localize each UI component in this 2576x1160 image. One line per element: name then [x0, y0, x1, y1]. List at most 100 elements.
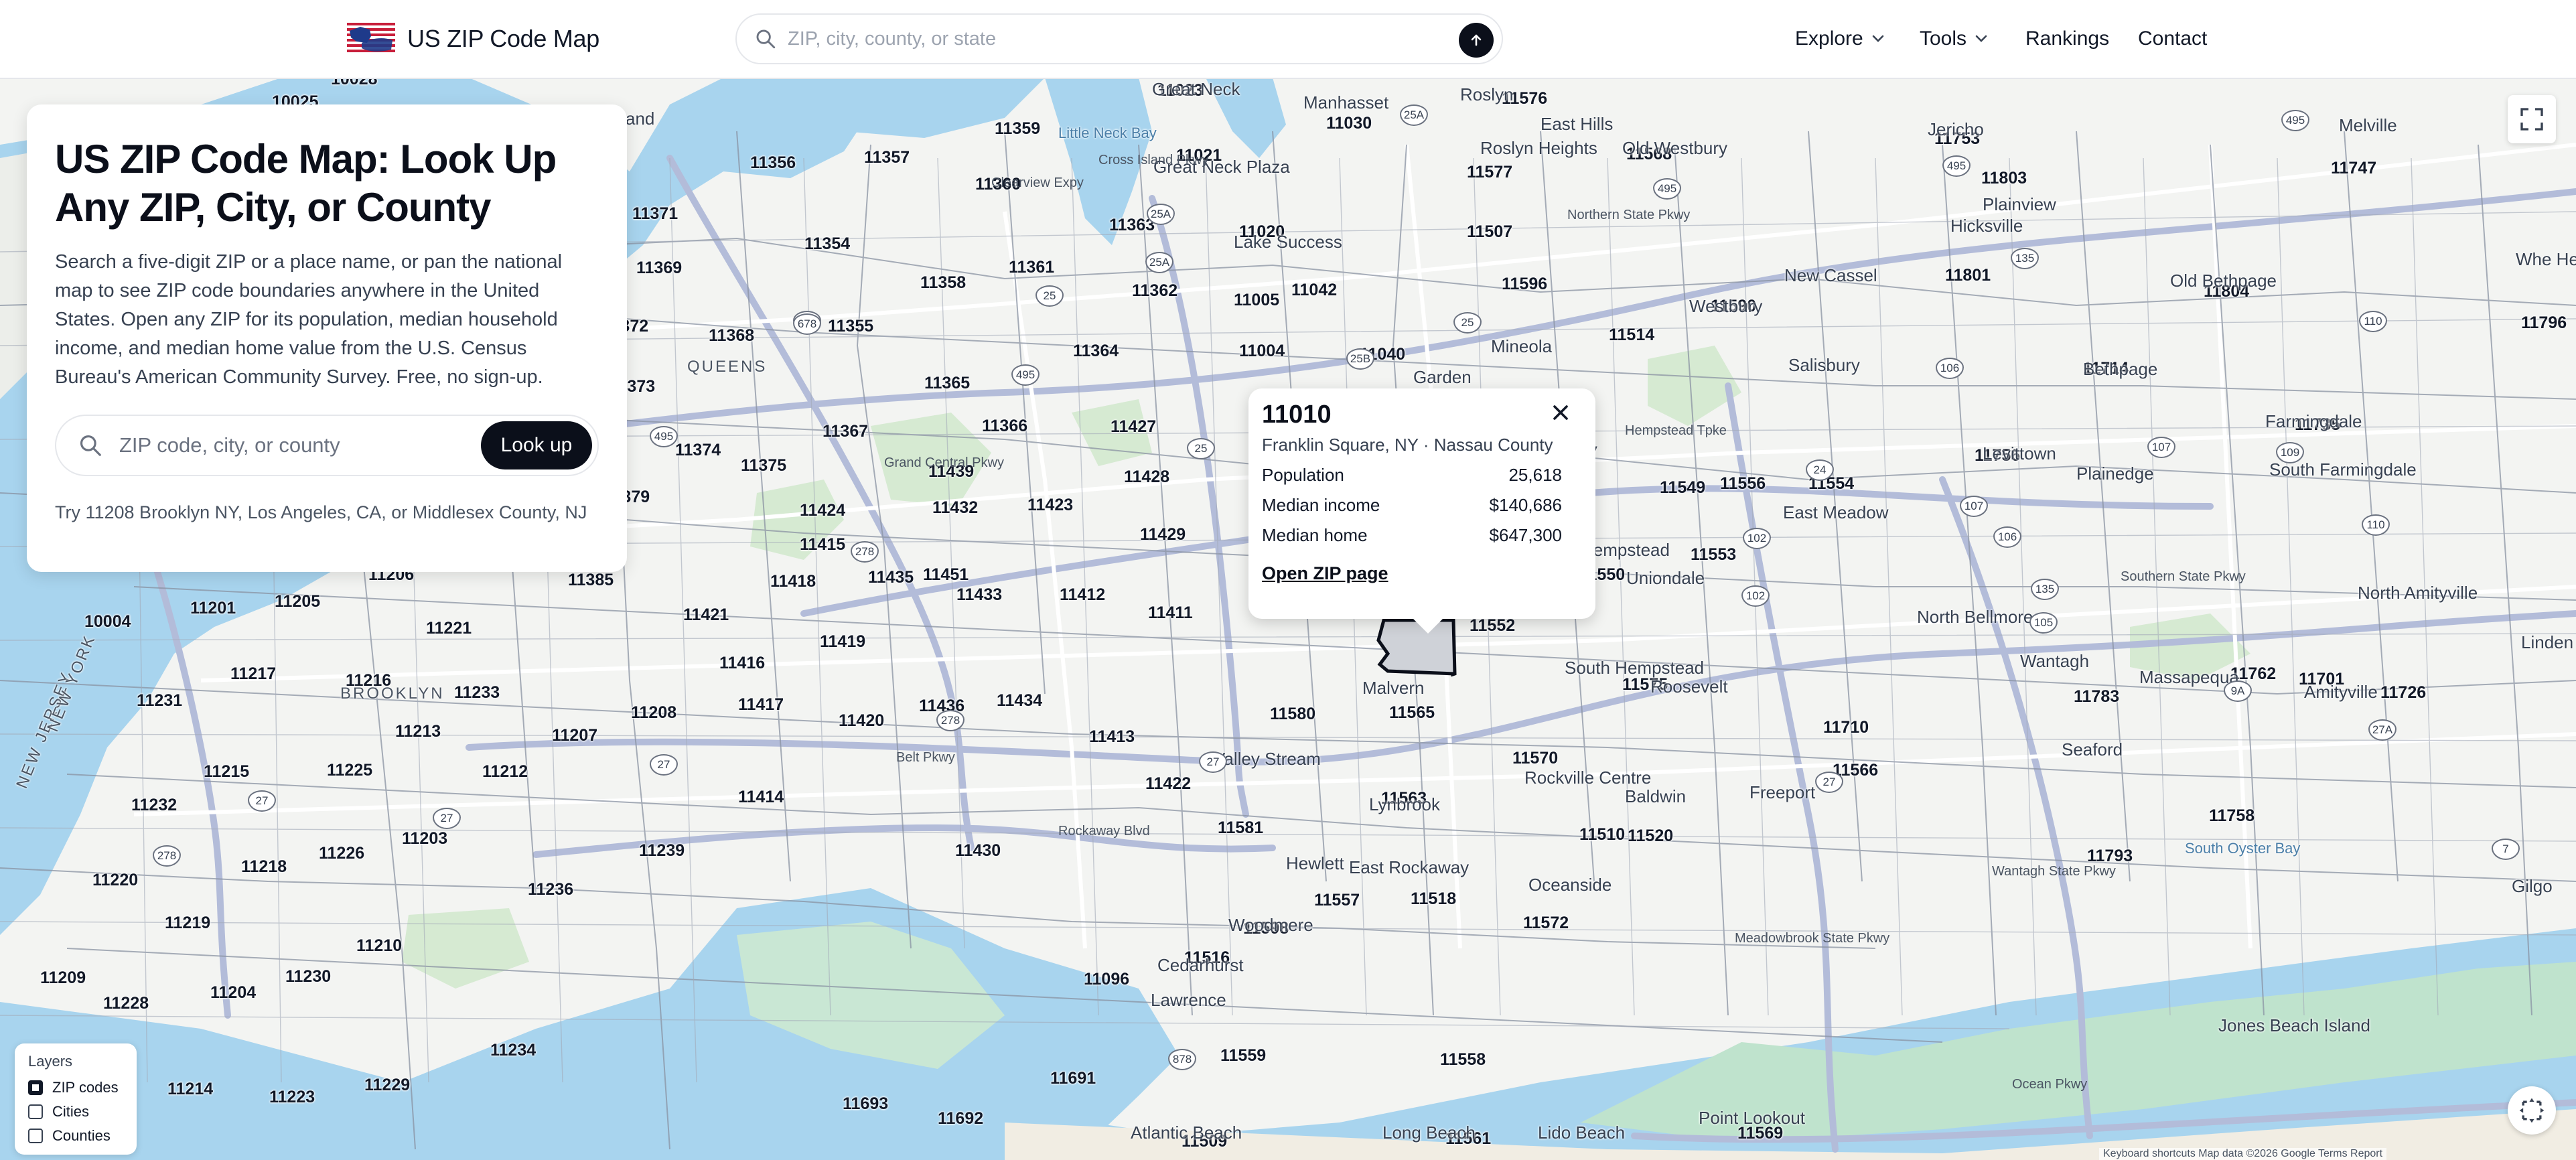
zip-label[interactable]: 11374 [675, 441, 721, 460]
layer-toggle-counties[interactable]: Counties [28, 1124, 123, 1148]
look-up-button[interactable]: Look up [481, 421, 592, 469]
zip-label[interactable]: 11423 [1027, 496, 1073, 515]
zip-label[interactable]: 11507 [1467, 222, 1512, 242]
zip-label[interactable]: 11510 [1579, 825, 1625, 845]
zip-label[interactable]: 11418 [770, 572, 816, 591]
zip-label[interactable]: 11556 [1720, 474, 1766, 494]
zip-label[interactable]: 11416 [719, 654, 765, 673]
zip-label[interactable]: 11434 [997, 691, 1042, 711]
zip-label[interactable]: 11572 [1523, 914, 1569, 933]
zip-label[interactable]: 11577 [1467, 163, 1512, 182]
checkbox[interactable] [28, 1080, 43, 1095]
zip-label[interactable]: 11207 [552, 726, 597, 745]
zip-label[interactable]: 11518 [1411, 889, 1456, 909]
zip-label[interactable]: 11552 [1470, 616, 1515, 636]
zip-label[interactable]: 11415 [800, 535, 845, 555]
zip-label[interactable]: 11365 [924, 374, 970, 393]
zip-label[interactable]: 11428 [1124, 467, 1169, 487]
zip-label[interactable]: 11758 [2209, 806, 2255, 826]
zip-label[interactable]: 11558 [1440, 1050, 1486, 1070]
zip-label[interactable]: 11559 [1220, 1046, 1266, 1066]
close-icon[interactable] [1549, 401, 1573, 425]
zip-label[interactable]: 11747 [2331, 159, 2376, 178]
zip-label[interactable]: 11204 [210, 983, 256, 1003]
zip-label[interactable]: 11357 [864, 148, 910, 167]
hero-search-input[interactable] [118, 433, 469, 458]
zip-label[interactable]: 11239 [639, 841, 685, 861]
zip-label[interactable]: 11371 [632, 204, 678, 224]
zip-label[interactable]: 11432 [932, 498, 978, 518]
header-search-submit-button[interactable] [1459, 23, 1494, 58]
fullscreen-button[interactable] [2508, 95, 2556, 143]
zip-label[interactable]: 11420 [839, 711, 884, 731]
zip-label[interactable]: 11096 [1084, 970, 1129, 989]
zip-label[interactable]: 11366 [982, 417, 1027, 436]
zip-label[interactable]: 11355 [828, 317, 873, 336]
zip-label[interactable]: 11208 [631, 703, 676, 723]
zip-label[interactable]: 11570 [1512, 749, 1558, 768]
nav-explore[interactable]: Explore [1795, 25, 1885, 52]
zip-label[interactable]: 11796 [2521, 313, 2567, 333]
layer-toggle-cities[interactable]: Cities [28, 1100, 123, 1124]
zip-label[interactable]: 11430 [955, 841, 1001, 861]
zip-label[interactable]: 11203 [402, 829, 447, 849]
zip-label[interactable]: 10004 [84, 612, 131, 632]
zip-label[interactable]: 11215 [204, 762, 249, 782]
zip-label[interactable]: 11419 [820, 632, 865, 652]
zip-label[interactable]: 11210 [356, 936, 402, 956]
zip-label[interactable]: 11364 [1073, 342, 1119, 361]
zip-label[interactable]: 11223 [269, 1088, 315, 1107]
zip-label[interactable]: 11412 [1060, 585, 1105, 605]
zip-label[interactable]: 11793 [2087, 847, 2133, 866]
zip-label[interactable]: 11217 [230, 664, 276, 684]
zip-label[interactable]: 11368 [709, 326, 754, 346]
zip-label[interactable]: 11231 [137, 691, 182, 711]
zip-label[interactable]: 11565 [1389, 703, 1435, 723]
zip-label[interactable]: 11214 [167, 1080, 213, 1099]
nav-rankings[interactable]: Rankings [2025, 25, 2109, 52]
zip-label[interactable]: 11367 [822, 422, 868, 441]
zip-label[interactable]: 11229 [364, 1076, 410, 1095]
open-zip-page-link[interactable]: Open ZIP page [1262, 563, 1388, 584]
zip-label[interactable]: 11209 [40, 968, 86, 988]
zip-label[interactable]: 11232 [131, 796, 177, 815]
zip-label[interactable]: 11413 [1089, 727, 1135, 747]
zip-label[interactable]: 11218 [241, 857, 287, 877]
zip-label[interactable]: 11429 [1140, 525, 1186, 545]
zip-label[interactable]: 11369 [636, 259, 682, 278]
zip-label[interactable]: 11451 [923, 565, 969, 585]
zip-label[interactable]: 11004 [1239, 342, 1285, 361]
zip-label[interactable]: 11801 [1945, 266, 1991, 285]
zip-label[interactable]: 11361 [1009, 258, 1054, 277]
zip-label[interactable]: 11580 [1270, 705, 1315, 724]
zip-label[interactable]: 11220 [92, 871, 138, 890]
zip-label[interactable]: 11236 [528, 880, 573, 899]
zip-label[interactable]: 11421 [683, 605, 729, 625]
zip-label[interactable]: 11205 [275, 592, 320, 611]
zip-label[interactable]: 11581 [1218, 818, 1263, 838]
zip-label[interactable]: 11359 [995, 119, 1040, 139]
zip-label[interactable]: 11221 [426, 619, 472, 638]
recenter-button[interactable] [2508, 1086, 2556, 1135]
nav-contact[interactable]: Contact [2138, 25, 2207, 52]
zip-label[interactable]: 11414 [738, 788, 784, 807]
zip-label[interactable]: 11225 [327, 761, 372, 780]
zip-label[interactable]: 11422 [1145, 774, 1191, 794]
zip-label[interactable]: 11692 [938, 1109, 983, 1129]
zip-label[interactable]: 11005 [1234, 291, 1279, 310]
zip-label[interactable]: 11233 [454, 683, 500, 703]
checkbox[interactable] [28, 1129, 43, 1143]
zip-label[interactable]: 11356 [750, 153, 796, 173]
zip-label[interactable]: 11212 [482, 762, 528, 782]
zip-label[interactable]: 11417 [738, 695, 784, 715]
zip-label[interactable]: 11375 [741, 456, 786, 476]
zip-label[interactable]: 11354 [804, 234, 850, 254]
zip-label[interactable]: 11557 [1314, 891, 1360, 910]
zip-label[interactable]: 10028 [331, 78, 378, 89]
nav-tools[interactable]: Tools [1920, 25, 1988, 52]
zip-label[interactable]: 11226 [319, 844, 364, 863]
zip-label[interactable]: 11424 [800, 501, 845, 520]
zip-label[interactable]: 11358 [920, 273, 966, 293]
zip-label[interactable]: 11783 [2074, 687, 2119, 707]
zip-label[interactable]: 11230 [285, 967, 331, 987]
